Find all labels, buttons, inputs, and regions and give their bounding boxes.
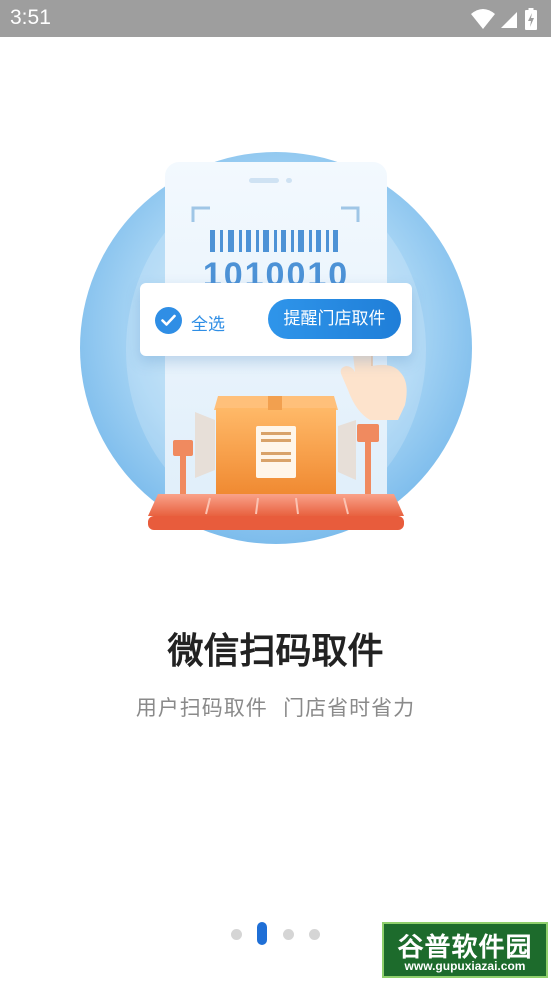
remind-store-pickup-button[interactable]: 提醒门店取件 (268, 299, 401, 339)
signal-icon (501, 12, 517, 28)
barcode-graphic (210, 230, 338, 252)
status-bar: 3:51 (0, 0, 551, 37)
status-icons (461, 8, 541, 30)
parcel-box-icon (214, 396, 338, 494)
onboarding-title: 微信扫码取件 (167, 631, 384, 672)
select-all-card: 全选 提醒门店取件 (140, 283, 412, 356)
watermark-url: www.gupuxiazai.com (404, 959, 526, 973)
onboarding-screen: 3:51 1010010 全选 提醒门店取件 微信扫码取件 用户扫码取件 门店省… (0, 0, 551, 981)
conveyor-belt (148, 494, 404, 530)
onboarding-subtitle: 用户扫码取件 门店省时省力 (135, 696, 416, 720)
select-all-label: 全选 (191, 315, 225, 335)
page-indicator (228, 920, 328, 946)
status-time: 3:51 (10, 6, 51, 29)
page-dot[interactable] (231, 929, 242, 940)
page-dot-active[interactable] (257, 922, 267, 945)
checkmark-icon (161, 314, 176, 326)
page-dot[interactable] (283, 929, 294, 940)
checkbox-checked-icon[interactable] (155, 307, 182, 334)
wifi-icon (471, 9, 495, 29)
page-dot[interactable] (309, 929, 320, 940)
watermark-logo: 谷普软件园 www.gupuxiazai.com (382, 922, 548, 978)
battery-charging-icon (525, 8, 537, 30)
